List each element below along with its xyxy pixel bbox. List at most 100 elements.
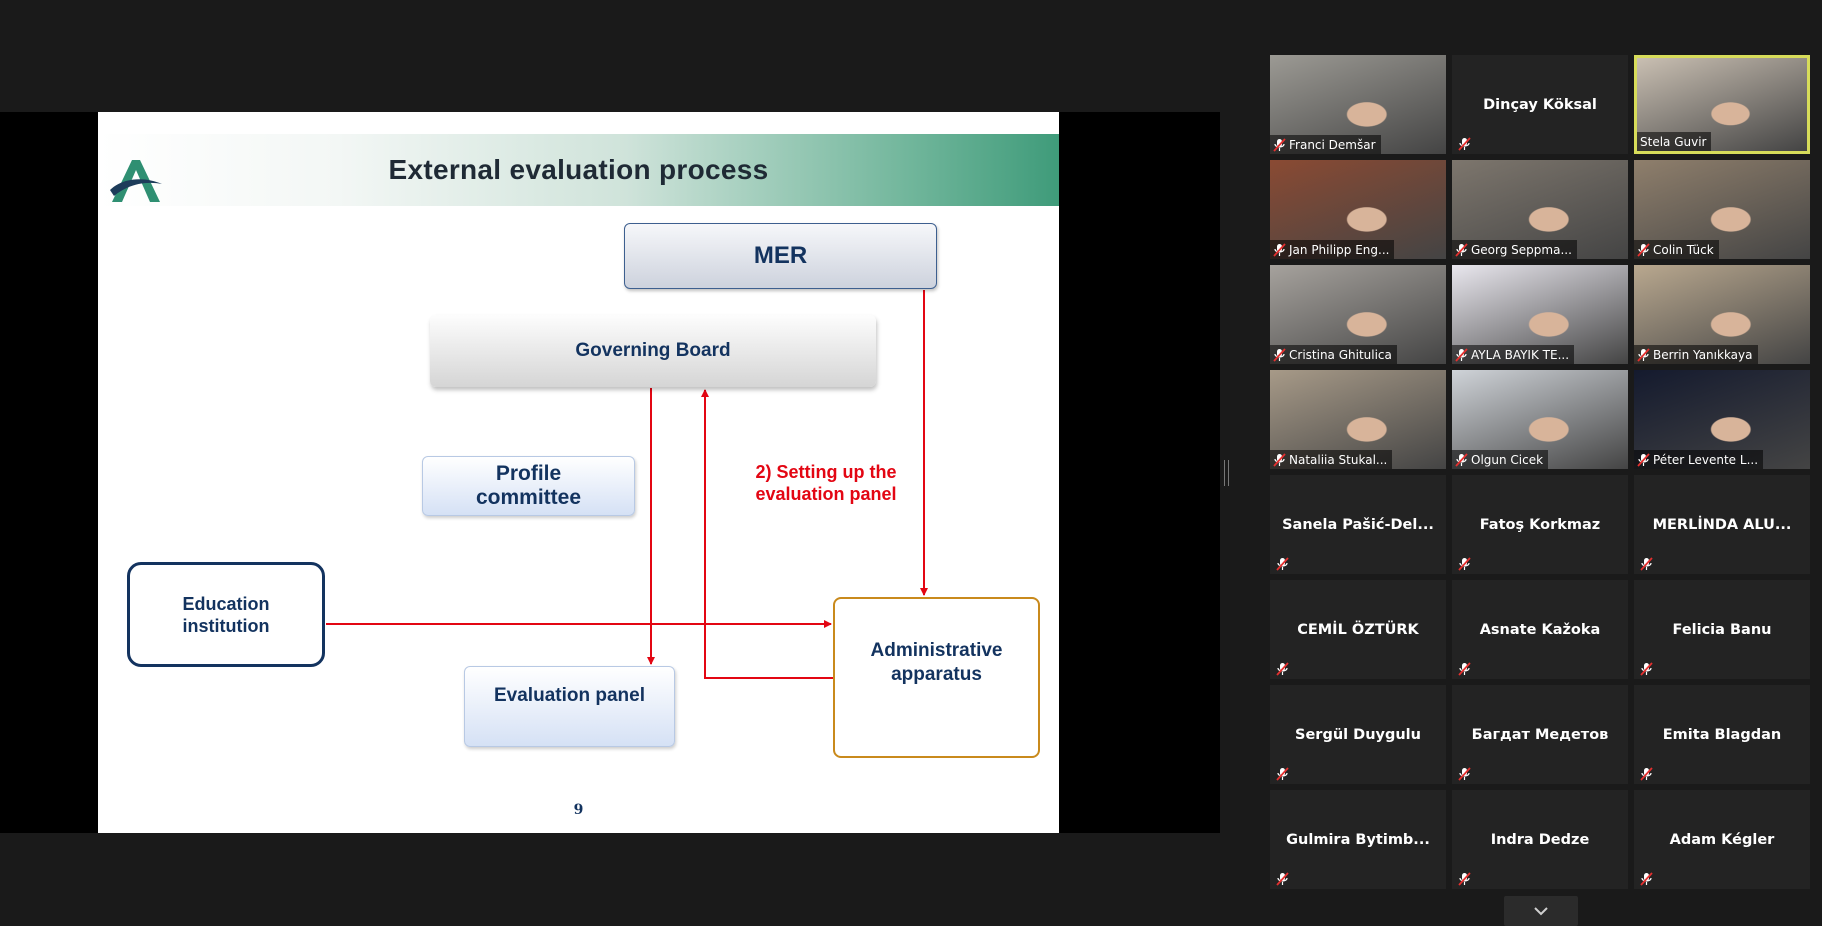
participant-name-badge: Georg Seppma... — [1452, 240, 1577, 259]
mic-muted-icon — [1455, 452, 1468, 467]
mic-muted-icon — [1455, 347, 1468, 362]
mic-muted-icon — [1458, 556, 1471, 571]
mic-muted-icon — [1273, 137, 1286, 152]
gallery-scroll-down-button[interactable] — [1504, 896, 1578, 926]
participant-tile[interactable]: Georg Seppma... — [1452, 160, 1628, 259]
participant-tile[interactable]: Багдат Медетов — [1452, 685, 1628, 784]
mic-muted-icon — [1273, 347, 1286, 362]
box-mer: MER — [624, 223, 937, 289]
participant-name: CEMİL ÖZTÜRK — [1297, 621, 1419, 638]
participant-name: Péter Levente L... — [1653, 452, 1759, 467]
participant-name: Adam Kégler — [1669, 831, 1775, 848]
mic-muted-icon — [1458, 766, 1471, 781]
participant-name: MERLİNDA ALU... — [1652, 516, 1792, 533]
mic-muted-icon — [1276, 871, 1289, 886]
participant-name: Felicia Banu — [1672, 621, 1772, 638]
participant-tile[interactable]: Cristina Ghitulica — [1270, 265, 1446, 364]
participant-name: Georg Seppma... — [1471, 242, 1572, 257]
mic-muted-icon — [1640, 661, 1653, 676]
participant-tile[interactable]: MERLİNDA ALU... — [1634, 475, 1810, 574]
mic-muted-icon — [1276, 661, 1289, 676]
participant-name-badge: AYLA BAYIK TE... — [1452, 345, 1575, 364]
mic-muted-icon — [1640, 556, 1653, 571]
participant-name-badge: Cristina Ghitulica — [1270, 345, 1397, 364]
participant-name: Stela Guvir — [1640, 134, 1707, 149]
participant-tile[interactable]: Sergül Duygulu — [1270, 685, 1446, 784]
participant-name: Gulmira Bytimb... — [1286, 831, 1430, 848]
participant-name: Franci Demšar — [1289, 137, 1376, 152]
arrow-label: 2) Setting up the evaluation panel — [726, 461, 926, 505]
participant-tile[interactable]: CEMİL ÖZTÜRK — [1270, 580, 1446, 679]
participant-tile[interactable]: Fatoş Korkmaz — [1452, 475, 1628, 574]
mic-muted-icon — [1640, 766, 1653, 781]
box-administrative-apparatus: Administrative apparatus — [833, 597, 1040, 758]
participant-gallery: Franci Demšar Dinçay Köksal Stela Guvir Jan… — [1270, 55, 1812, 895]
participant-name: AYLA BAYIK TE... — [1471, 347, 1570, 362]
arrow-label-line-2: evaluation panel — [755, 484, 897, 504]
participant-name: Colin Tück — [1653, 242, 1714, 257]
participant-tile[interactable]: Emita Blagdan — [1634, 685, 1810, 784]
participant-tile[interactable]: Sanela Pašić-Del... — [1270, 475, 1446, 574]
participant-tile[interactable]: Stela Guvir — [1634, 55, 1810, 154]
presentation-slide: External evaluation process MER Governin… — [98, 112, 1059, 833]
participant-tile[interactable]: Nataliia Stukal... — [1270, 370, 1446, 469]
participant-tile[interactable]: Asnate Kažoka — [1452, 580, 1628, 679]
arrow-label-line-1: 2) Setting up the — [755, 462, 897, 482]
participant-name: Jan Philipp Eng... — [1289, 242, 1390, 257]
participant-tile[interactable]: Jan Philipp Eng... — [1270, 160, 1446, 259]
slide-page-number: 9 — [573, 802, 584, 818]
participant-tile[interactable]: Adam Kégler — [1634, 790, 1810, 889]
participant-tile[interactable]: Péter Levente L... — [1634, 370, 1810, 469]
admin-line-2: apparatus — [891, 664, 982, 685]
participant-tile[interactable]: AYLA BAYIK TE... — [1452, 265, 1628, 364]
participant-tile[interactable]: Franci Demšar — [1270, 55, 1446, 154]
participant-name: Sergül Duygulu — [1295, 726, 1421, 743]
participant-name-badge: Olgun Cicek — [1452, 450, 1549, 469]
participant-tile[interactable]: Dinçay Köksal — [1452, 55, 1628, 154]
box-profile-committee: Profile committee — [422, 456, 635, 516]
participant-tile[interactable]: Berrin Yanıkkaya — [1634, 265, 1810, 364]
participant-name-badge: Jan Philipp Eng... — [1270, 240, 1395, 259]
mic-muted-icon — [1458, 871, 1471, 886]
participant-tile[interactable]: Colin Tück — [1634, 160, 1810, 259]
box-evaluation-panel: Evaluation panel — [464, 666, 675, 747]
mic-muted-icon — [1276, 556, 1289, 571]
box-governing-board: Governing Board — [430, 315, 876, 387]
admin-line-1: Administrative — [870, 640, 1003, 661]
participant-name: Asnate Kažoka — [1479, 621, 1601, 638]
participant-name: Berrin Yanıkkaya — [1653, 347, 1753, 362]
participant-tile[interactable]: Indra Dedze — [1452, 790, 1628, 889]
chevron-down-icon — [1534, 907, 1548, 916]
box-education-institution: Education institution — [127, 562, 325, 667]
participant-name-badge: Berrin Yanıkkaya — [1634, 345, 1758, 364]
participant-tile[interactable]: Gulmira Bytimb... — [1270, 790, 1446, 889]
mic-muted-icon — [1637, 347, 1650, 362]
profile-line-1: Profile — [495, 462, 562, 485]
participant-name: Nataliia Stukal... — [1289, 452, 1388, 467]
mic-muted-icon — [1458, 661, 1471, 676]
participant-name: Багдат Медетов — [1471, 726, 1609, 743]
splitter-handle[interactable] — [1224, 460, 1229, 486]
education-line-2: institution — [182, 615, 270, 636]
mic-muted-icon — [1637, 242, 1650, 257]
participant-name: Sanela Pašić-Del... — [1282, 516, 1434, 533]
mic-muted-icon — [1273, 452, 1286, 467]
participant-name-badge: Péter Levente L... — [1634, 450, 1764, 469]
participant-name-badge: Colin Tück — [1634, 240, 1719, 259]
participant-tile[interactable]: Olgun Cicek — [1452, 370, 1628, 469]
participant-name: Fatoş Korkmaz — [1479, 516, 1601, 533]
mic-muted-icon — [1276, 766, 1289, 781]
shared-screen: External evaluation process MER Governin… — [0, 112, 1220, 833]
education-line-1: Education — [182, 593, 270, 614]
participant-name: Cristina Ghitulica — [1289, 347, 1392, 362]
mic-muted-icon — [1458, 136, 1471, 151]
participant-name: Emita Blagdan — [1662, 726, 1782, 743]
participant-name: Olgun Cicek — [1471, 452, 1544, 467]
mic-muted-icon — [1640, 871, 1653, 886]
participant-name-badge: Stela Guvir — [1637, 132, 1712, 151]
participant-name-badge: Franci Demšar — [1270, 135, 1381, 154]
mic-muted-icon — [1273, 242, 1286, 257]
profile-line-2: committee — [475, 486, 582, 509]
mic-muted-icon — [1455, 242, 1468, 257]
participant-tile[interactable]: Felicia Banu — [1634, 580, 1810, 679]
